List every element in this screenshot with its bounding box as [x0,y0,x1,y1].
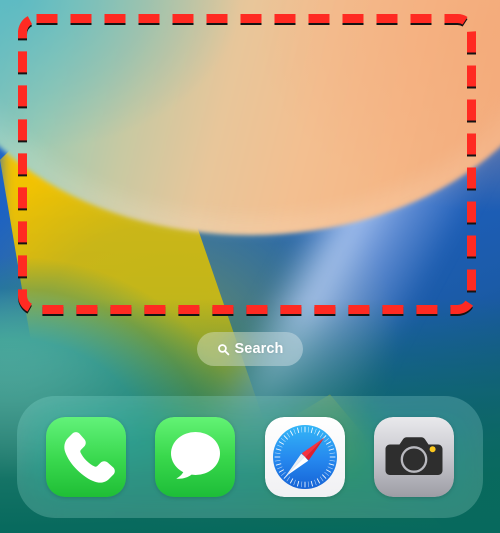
phone-icon [45,417,126,497]
search-icon [217,344,229,356]
dock-app-safari[interactable] [264,417,345,497]
dock-app-phone[interactable] [45,417,126,497]
camera-icon [374,417,455,497]
search-label: Search [234,340,284,357]
dock [17,396,483,518]
dock-app-messages[interactable] [155,417,236,497]
ios-home-screen: Search [0,0,500,533]
dock-app-camera[interactable] [374,417,455,497]
search-button[interactable]: Search [197,332,303,366]
safari-compass-icon [264,417,345,497]
messages-icon [155,417,236,497]
